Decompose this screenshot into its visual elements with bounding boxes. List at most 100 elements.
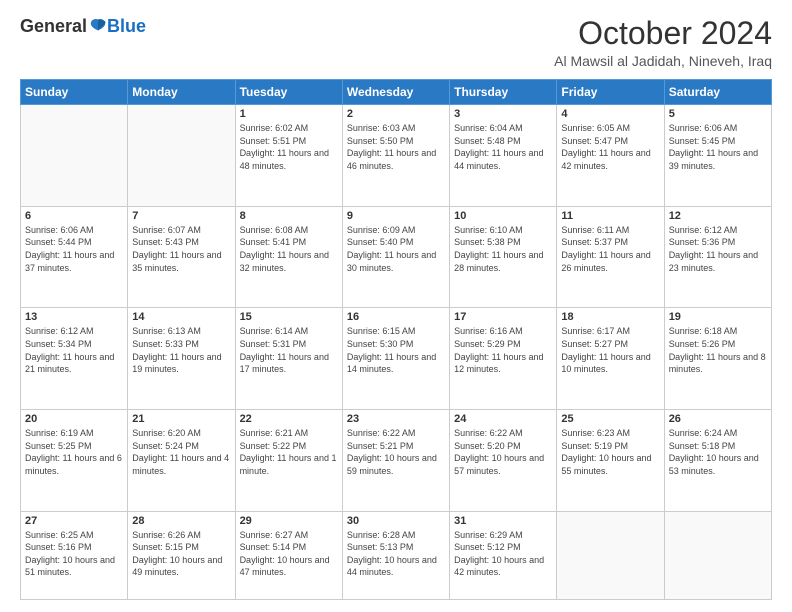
day-info: Sunrise: 6:15 AM Sunset: 5:30 PM Dayligh… xyxy=(347,325,445,375)
day-number: 21 xyxy=(132,413,230,425)
day-number: 1 xyxy=(240,108,338,120)
calendar-cell: 5 Sunrise: 6:06 AM Sunset: 5:45 PM Daylig… xyxy=(664,105,771,207)
calendar-cell: 25Sunrise: 6:23 AM Sunset: 5:19 PM Dayli… xyxy=(557,409,664,511)
day-info: Sunrise: 6:25 AM Sunset: 5:16 PM Dayligh… xyxy=(25,529,123,579)
logo-bird-icon xyxy=(89,17,107,35)
day-number: 9 xyxy=(347,210,445,222)
day-number: 3 xyxy=(454,108,552,120)
calendar-week-row: 1 Sunrise: 6:02 AM Sunset: 5:51 PM Daylig… xyxy=(21,105,772,207)
calendar-cell: 12 Sunrise: 6:12 AM Sunset: 5:36 PM Dayli… xyxy=(664,206,771,308)
day-info: Sunrise: 6:08 AM Sunset: 5:41 PM Dayligh… xyxy=(240,224,338,274)
day-number: 30 xyxy=(347,515,445,527)
calendar-cell: 16 Sunrise: 6:15 AM Sunset: 5:30 PM Dayli… xyxy=(342,308,449,410)
calendar-day-header: Saturday xyxy=(664,80,771,105)
calendar-cell: 21Sunrise: 6:20 AM Sunset: 5:24 PM Dayli… xyxy=(128,409,235,511)
day-info: Sunrise: 6:09 AM Sunset: 5:40 PM Dayligh… xyxy=(347,224,445,274)
day-number: 6 xyxy=(25,210,123,222)
calendar-day-header: Sunday xyxy=(21,80,128,105)
calendar-cell: 18 Sunrise: 6:17 AM Sunset: 5:27 PM Dayli… xyxy=(557,308,664,410)
calendar-cell xyxy=(21,105,128,207)
day-number: 10 xyxy=(454,210,552,222)
calendar-cell xyxy=(557,511,664,599)
day-info: Sunrise: 6:16 AM Sunset: 5:29 PM Dayligh… xyxy=(454,325,552,375)
day-number: 13 xyxy=(25,311,123,323)
day-info: Sunrise: 6:02 AM Sunset: 5:51 PM Dayligh… xyxy=(240,122,338,172)
day-number: 8 xyxy=(240,210,338,222)
calendar-cell: 13 Sunrise: 6:12 AM Sunset: 5:34 PM Dayli… xyxy=(21,308,128,410)
day-info: Sunrise: 6:04 AM Sunset: 5:48 PM Dayligh… xyxy=(454,122,552,172)
day-number: 15 xyxy=(240,311,338,323)
calendar-cell: 24 Sunrise: 6:22 AM Sunset: 5:20 PM Dayli… xyxy=(450,409,557,511)
calendar-cell: 8 Sunrise: 6:08 AM Sunset: 5:41 PM Daylig… xyxy=(235,206,342,308)
calendar-table: SundayMondayTuesdayWednesdayThursdayFrid… xyxy=(20,79,772,600)
day-number: 20 xyxy=(25,413,123,425)
calendar-cell: 2Sunrise: 6:03 AM Sunset: 5:50 PM Daylig… xyxy=(342,105,449,207)
day-number: 18 xyxy=(561,311,659,323)
calendar-cell: 22 Sunrise: 6:21 AM Sunset: 5:22 PM Dayli… xyxy=(235,409,342,511)
day-number: 5 xyxy=(669,108,767,120)
calendar-cell: 31Sunrise: 6:29 AM Sunset: 5:12 PM Dayli… xyxy=(450,511,557,599)
day-info: Sunrise: 6:26 AM Sunset: 5:15 PM Dayligh… xyxy=(132,529,230,579)
calendar-cell: 28 Sunrise: 6:26 AM Sunset: 5:15 PM Dayli… xyxy=(128,511,235,599)
day-info: Sunrise: 6:22 AM Sunset: 5:21 PM Dayligh… xyxy=(347,427,445,477)
header: General Blue October 2024 Al Mawsil al J… xyxy=(20,16,772,69)
calendar-cell: 7Sunrise: 6:07 AM Sunset: 5:43 PM Daylig… xyxy=(128,206,235,308)
calendar-cell: 26 Sunrise: 6:24 AM Sunset: 5:18 PM Dayli… xyxy=(664,409,771,511)
day-info: Sunrise: 6:24 AM Sunset: 5:18 PM Dayligh… xyxy=(669,427,767,477)
calendar-cell: 1 Sunrise: 6:02 AM Sunset: 5:51 PM Daylig… xyxy=(235,105,342,207)
day-info: Sunrise: 6:22 AM Sunset: 5:20 PM Dayligh… xyxy=(454,427,552,477)
day-number: 22 xyxy=(240,413,338,425)
calendar-cell: 6Sunrise: 6:06 AM Sunset: 5:44 PM Daylig… xyxy=(21,206,128,308)
day-number: 26 xyxy=(669,413,767,425)
calendar-week-row: 27Sunrise: 6:25 AM Sunset: 5:16 PM Dayli… xyxy=(21,511,772,599)
calendar-cell: 29 Sunrise: 6:27 AM Sunset: 5:14 PM Dayli… xyxy=(235,511,342,599)
calendar-day-header: Monday xyxy=(128,80,235,105)
calendar-cell: 3 Sunrise: 6:04 AM Sunset: 5:48 PM Daylig… xyxy=(450,105,557,207)
calendar-cell: 23 Sunrise: 6:22 AM Sunset: 5:21 PM Dayli… xyxy=(342,409,449,511)
calendar-week-row: 6Sunrise: 6:06 AM Sunset: 5:44 PM Daylig… xyxy=(21,206,772,308)
calendar-cell: 4 Sunrise: 6:05 AM Sunset: 5:47 PM Daylig… xyxy=(557,105,664,207)
day-info: Sunrise: 6:28 AM Sunset: 5:13 PM Dayligh… xyxy=(347,529,445,579)
day-info: Sunrise: 6:10 AM Sunset: 5:38 PM Dayligh… xyxy=(454,224,552,274)
day-info: Sunrise: 6:27 AM Sunset: 5:14 PM Dayligh… xyxy=(240,529,338,579)
calendar-week-row: 13 Sunrise: 6:12 AM Sunset: 5:34 PM Dayli… xyxy=(21,308,772,410)
day-info: Sunrise: 6:18 AM Sunset: 5:26 PM Dayligh… xyxy=(669,325,767,375)
day-info: Sunrise: 6:11 AM Sunset: 5:37 PM Dayligh… xyxy=(561,224,659,274)
day-info: Sunrise: 6:05 AM Sunset: 5:47 PM Dayligh… xyxy=(561,122,659,172)
calendar-day-header: Friday xyxy=(557,80,664,105)
day-number: 19 xyxy=(669,311,767,323)
day-info: Sunrise: 6:03 AM Sunset: 5:50 PM Dayligh… xyxy=(347,122,445,172)
day-info: Sunrise: 6:12 AM Sunset: 5:34 PM Dayligh… xyxy=(25,325,123,375)
day-number: 4 xyxy=(561,108,659,120)
day-number: 7 xyxy=(132,210,230,222)
calendar-day-header: Thursday xyxy=(450,80,557,105)
day-info: Sunrise: 6:12 AM Sunset: 5:36 PM Dayligh… xyxy=(669,224,767,274)
page: General Blue October 2024 Al Mawsil al J… xyxy=(0,0,792,612)
day-info: Sunrise: 6:17 AM Sunset: 5:27 PM Dayligh… xyxy=(561,325,659,375)
calendar-header-row: SundayMondayTuesdayWednesdayThursdayFrid… xyxy=(21,80,772,105)
day-info: Sunrise: 6:06 AM Sunset: 5:45 PM Dayligh… xyxy=(669,122,767,172)
logo-general-text: General xyxy=(20,16,87,37)
calendar-day-header: Tuesday xyxy=(235,80,342,105)
day-number: 28 xyxy=(132,515,230,527)
location-title: Al Mawsil al Jadidah, Nineveh, Iraq xyxy=(554,53,772,69)
day-number: 12 xyxy=(669,210,767,222)
day-number: 23 xyxy=(347,413,445,425)
day-number: 31 xyxy=(454,515,552,527)
calendar-cell: 15 Sunrise: 6:14 AM Sunset: 5:31 PM Dayli… xyxy=(235,308,342,410)
logo-blue-text: Blue xyxy=(107,16,146,37)
day-number: 29 xyxy=(240,515,338,527)
day-number: 16 xyxy=(347,311,445,323)
day-info: Sunrise: 6:14 AM Sunset: 5:31 PM Dayligh… xyxy=(240,325,338,375)
logo: General Blue xyxy=(20,16,146,37)
day-info: Sunrise: 6:21 AM Sunset: 5:22 PM Dayligh… xyxy=(240,427,338,477)
title-block: October 2024 Al Mawsil al Jadidah, Ninev… xyxy=(554,16,772,69)
calendar-cell: 9 Sunrise: 6:09 AM Sunset: 5:40 PM Daylig… xyxy=(342,206,449,308)
calendar-cell: 14Sunrise: 6:13 AM Sunset: 5:33 PM Dayli… xyxy=(128,308,235,410)
calendar-cell: 19 Sunrise: 6:18 AM Sunset: 5:26 PM Dayli… xyxy=(664,308,771,410)
calendar-cell: 17Sunrise: 6:16 AM Sunset: 5:29 PM Dayli… xyxy=(450,308,557,410)
calendar-cell xyxy=(128,105,235,207)
day-number: 11 xyxy=(561,210,659,222)
calendar-cell: 27Sunrise: 6:25 AM Sunset: 5:16 PM Dayli… xyxy=(21,511,128,599)
day-number: 24 xyxy=(454,413,552,425)
